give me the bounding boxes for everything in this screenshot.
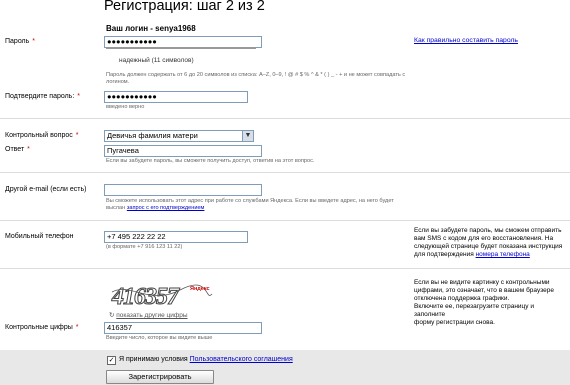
phone-side-line4: для подтверждения номера телефона — [414, 251, 566, 259]
required-mark: * — [32, 38, 36, 45]
captcha-side-line4: Включите ее, перезагрузите страницу и за… — [414, 303, 534, 318]
required-mark: * — [27, 146, 30, 153]
refresh-captcha[interactable]: ↻ показать другие цифры — [109, 311, 188, 319]
agreement-text: Я принимаю условия Пользовательского сог… — [119, 356, 293, 363]
captcha-side-line5: форму регистрации снова. — [414, 319, 495, 326]
phone-side-line3: следующей странице будет показана инстру… — [414, 243, 563, 250]
other-email-hint-line2: выслан запрос с его подтверждением — [106, 205, 204, 212]
user-agreement-link[interactable]: Пользовательского соглашения — [190, 356, 293, 363]
security-answer-label-text: Ответ — [5, 146, 25, 153]
required-mark: * — [75, 324, 79, 331]
phone-side-note: Если вы забудете пароль, мы сможем отпра… — [414, 227, 566, 259]
phone-side-line1: Если вы забудете пароль, мы сможем отпра… — [414, 227, 562, 234]
phone-label: Мобильный телефон — [5, 233, 74, 240]
other-email-hint-line1: Вы сможете использовать этот адрес при р… — [106, 198, 394, 204]
phone-format-hint: (в формате +7 916 123 11 22) — [106, 244, 183, 250]
phone-number-link[interactable]: номера телефона — [476, 251, 530, 258]
chevron-down-icon[interactable]: ▼ — [242, 131, 253, 141]
other-email-input[interactable] — [104, 184, 262, 196]
security-answer-hint: Если вы забудете пароль, вы сможете полу… — [106, 158, 315, 164]
password-confirm-hint: введено верно — [106, 104, 145, 110]
required-mark: * — [77, 93, 81, 100]
security-question-value: Девичья фамилия матери — [107, 131, 198, 140]
agreement-checkbox[interactable]: ✓ — [107, 356, 116, 365]
password-rules-line1: Пароль должен содержать от 6 до 20 симво… — [106, 72, 406, 78]
password-confirm-label: Подтвердите пароль: * — [5, 93, 80, 100]
captcha-side-note: Если вы не видите картинку с контрольным… — [414, 279, 566, 327]
security-answer-label: Ответ * — [5, 146, 30, 153]
captcha-label-text: Контрольные цифры — [5, 324, 73, 331]
login-line: Ваш логин - senya1968 — [106, 24, 196, 33]
section-divider — [0, 118, 570, 119]
captcha-side-line3: отключена поддержка графики. — [414, 295, 510, 302]
security-question-label: Контрольный вопрос * — [5, 132, 79, 139]
captcha-side-line2: цифрами, это означает, что в вашем брауз… — [414, 287, 554, 294]
phone-side-line4-prefix: для подтверждения — [414, 251, 476, 258]
captcha-digits: 416357 — [111, 284, 180, 310]
confirmation-request-link[interactable]: запрос с его подтверждением — [127, 205, 205, 211]
password-confirm-input[interactable]: ●●●●●●●●●●● — [104, 91, 248, 103]
security-answer-input[interactable]: Пугачева — [104, 145, 262, 157]
phone-side-line2: вам SMS с кодом для его восстановления. … — [414, 235, 554, 242]
required-mark: * — [75, 132, 79, 139]
password-label-text: Пароль — [5, 38, 30, 45]
page-title: Регистрация: шаг 2 из 2 — [104, 0, 265, 14]
other-email-hint-prefix: выслан — [106, 205, 127, 211]
captcha-hint: Введите число, которое вы видите выше — [106, 335, 213, 341]
password-rules-line2: логином. — [106, 79, 130, 85]
section-divider — [0, 220, 570, 221]
captcha-side-line1: Если вы не видите картинку с контрольным… — [414, 279, 550, 286]
other-email-label: Другой e-mail (если есть) — [5, 186, 87, 193]
refresh-captcha-link[interactable]: показать другие цифры — [116, 312, 187, 319]
refresh-icon[interactable]: ↻ — [109, 312, 114, 319]
password-help-link[interactable]: Как правильно составить пароль — [414, 37, 518, 44]
agreement-text-prefix: Я принимаю условия — [119, 356, 190, 363]
security-question-label-text: Контрольный вопрос — [5, 132, 73, 139]
password-strength-text: надежный (11 символов) — [119, 57, 194, 64]
captcha-image: 416357 Яндекс — [111, 284, 213, 310]
captcha-brand: Яндекс — [190, 286, 210, 292]
section-divider — [0, 172, 570, 173]
password-confirm-label-text: Подтвердите пароль: — [5, 93, 75, 100]
captcha-input[interactable]: 416357 — [104, 322, 262, 334]
register-button[interactable]: Зарегистрировать — [106, 370, 214, 384]
security-question-select[interactable]: Девичья фамилия матери ▼ — [104, 130, 254, 142]
password-strength-bar — [106, 47, 256, 49]
password-label: Пароль * — [5, 38, 35, 45]
password-strength-fill — [106, 47, 256, 49]
phone-input[interactable]: +7 495 222 22 22 — [104, 231, 248, 243]
captcha-label: Контрольные цифры * — [5, 324, 78, 331]
section-divider — [0, 268, 570, 269]
